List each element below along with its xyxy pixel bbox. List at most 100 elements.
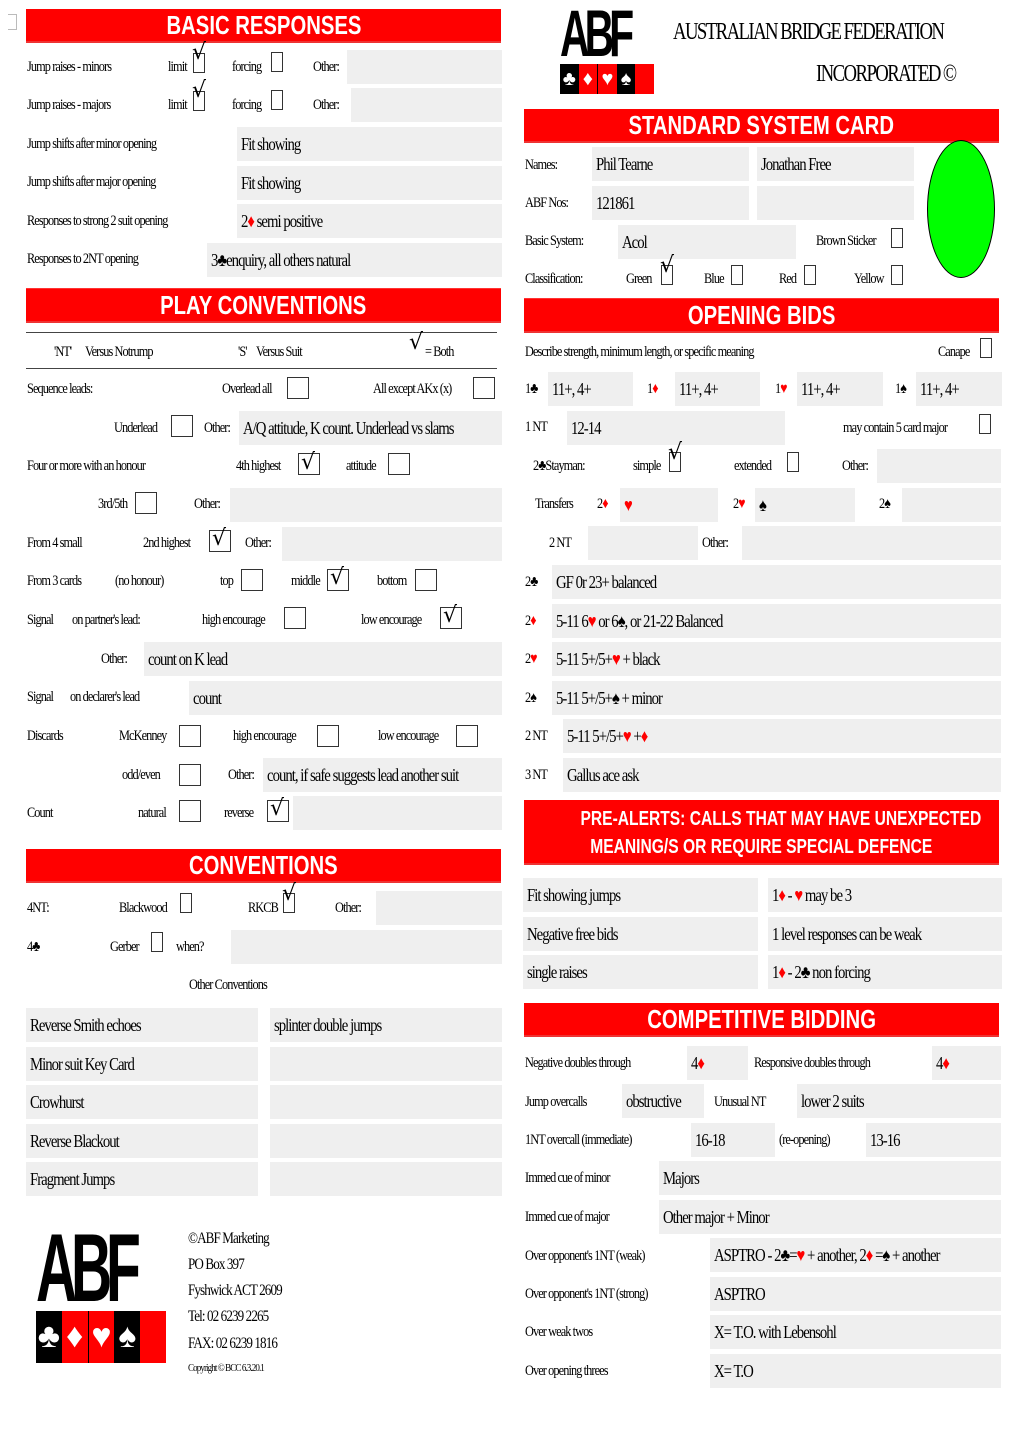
odd-even-checkbox[interactable]: [179, 764, 201, 786]
jump-shifts-minor-field[interactable]: Fit showing: [237, 127, 502, 161]
other-convention-left-field[interactable]: Reverse Blackout: [26, 1123, 258, 1158]
discard-low-encourage-checkbox[interactable]: [456, 725, 478, 747]
attitude-label: attitude: [346, 458, 377, 474]
two-nt-field[interactable]: [588, 526, 698, 560]
canape-checkbox[interactable]: [980, 338, 992, 358]
pre-alert-left-field[interactable]: Fit showing jumps: [523, 878, 758, 912]
name-2-field[interactable]: Jonathan Free: [757, 147, 914, 181]
abf-no-2-field[interactable]: [757, 186, 914, 220]
two-level-bid-field[interactable]: 5-11 5+/5+♠ + minor: [552, 680, 1001, 715]
other-convention-left-field[interactable]: Minor suit Key Card: [26, 1046, 258, 1081]
opening-bid-field[interactable]: 11+, 4+: [797, 372, 883, 406]
discards-other-field[interactable]: count, if safe suggests lead another sui…: [263, 758, 502, 792]
pre-alert-right-field[interactable]: 1♦ - 2♣ non forcing: [768, 955, 1002, 989]
partner-other-field[interactable]: count on K lead: [144, 642, 502, 676]
jump-shifts-major-field[interactable]: Fit showing: [237, 166, 502, 200]
middle-checkbox[interactable]: √: [327, 567, 349, 591]
other-convention-left-field[interactable]: Fragment Jumps: [26, 1162, 258, 1196]
weak-nt-field[interactable]: ASPTRO - 2♣=♥ + another, 2♦ =♠ + another: [710, 1238, 1001, 1272]
partner-high-encourage-checkbox[interactable]: [284, 607, 306, 629]
other-convention-right-field[interactable]: [270, 1085, 502, 1119]
pre-alert-right-field[interactable]: 1♦ - ♥ may be 3: [768, 878, 1002, 912]
jump-raises-majors-forcing-checkbox[interactable]: [271, 90, 283, 110]
pre-alert-left-field[interactable]: Negative free bids: [523, 916, 758, 951]
threes-field[interactable]: X= T.O: [710, 1354, 1001, 1388]
partner-low-encourage-checkbox[interactable]: √: [440, 605, 462, 629]
jump-raises-minors-other-field[interactable]: [347, 50, 502, 84]
gerber-checkbox[interactable]: [151, 932, 163, 952]
jump-raises-majors-other-field[interactable]: [351, 88, 502, 122]
other-convention-right-field[interactable]: [270, 1046, 502, 1081]
two-nt-other-field[interactable]: [742, 526, 1001, 560]
cue-minor-field[interactable]: Majors: [659, 1161, 1001, 1195]
underlead-checkbox[interactable]: [171, 415, 193, 437]
cue-major-field[interactable]: Other major + Minor: [659, 1200, 1001, 1234]
fourth-highest-checkbox[interactable]: √: [298, 452, 320, 475]
other-convention-right-field[interactable]: [270, 1162, 502, 1196]
brown-sticker-checkbox[interactable]: [891, 228, 903, 248]
classification-blue-checkbox[interactable]: [731, 265, 743, 285]
from-four-small-other-field[interactable]: [282, 527, 502, 561]
opening-bid-field[interactable]: 11+, 4+: [916, 372, 1002, 406]
pre-alert-left-field[interactable]: single raises: [523, 955, 758, 989]
unusual-nt-field[interactable]: lower 2 suits: [797, 1084, 1001, 1118]
natural-checkbox[interactable]: [179, 800, 201, 822]
responsive-doubles-field[interactable]: 4♦: [932, 1046, 1001, 1080]
stayman-simple-checkbox[interactable]: √: [668, 442, 682, 472]
negative-doubles-field[interactable]: 4♦: [687, 1046, 748, 1080]
opening-bid-field[interactable]: 11+, 4+: [675, 372, 760, 406]
bottom-checkbox[interactable]: [415, 569, 437, 591]
count-other-field[interactable]: [293, 796, 502, 830]
opening-bid-field[interactable]: 11+, 4+: [548, 372, 633, 406]
classification-red-checkbox[interactable]: [804, 265, 816, 285]
jump-raises-majors-limit-checkbox[interactable]: √: [192, 80, 206, 111]
basic-system-field[interactable]: Acol: [618, 225, 796, 259]
second-highest-checkbox[interactable]: √: [209, 528, 231, 552]
sequence-other-field[interactable]: A/Q attitude, K count. Underlead vs slam…: [239, 411, 502, 445]
gerber-when-field[interactable]: [231, 930, 502, 964]
mckenney-checkbox[interactable]: [179, 725, 201, 747]
stayman-other-field[interactable]: [877, 449, 1001, 483]
two-nt-row-field[interactable]: 5-11 5+/5+♥ +♦: [563, 719, 1001, 753]
discard-high-encourage-checkbox[interactable]: [317, 725, 339, 747]
four-nt-other-field[interactable]: [376, 891, 502, 925]
nt-overcall-field[interactable]: 16-18: [691, 1123, 775, 1157]
weak-twos-field[interactable]: X= T.O. with Lebensohl: [710, 1315, 1001, 1349]
other-convention-right-field[interactable]: [270, 1123, 502, 1158]
jump-overcalls-field[interactable]: obstructive: [622, 1084, 704, 1118]
attitude-checkbox[interactable]: [388, 453, 410, 475]
other-convention-right-field[interactable]: splinter double jumps: [270, 1008, 502, 1042]
strong-two-field[interactable]: 2♦ semi positive: [237, 204, 502, 238]
two-nt-responses-field[interactable]: 3♣enquiry, all others natural: [207, 243, 502, 277]
pre-alert-right-field[interactable]: 1 level responses can be weak: [768, 916, 1002, 951]
transfer-field[interactable]: ♠: [755, 488, 855, 522]
four-other-field[interactable]: [230, 488, 502, 522]
classification-yellow-checkbox[interactable]: [891, 265, 903, 285]
third-fifth-checkbox[interactable]: [135, 492, 157, 514]
three-nt-field[interactable]: Gallus ace ask: [563, 758, 1001, 792]
jump-raises-minors-forcing-checkbox[interactable]: [271, 52, 283, 72]
classification-green-checkbox[interactable]: √: [660, 255, 674, 285]
two-level-bid-field[interactable]: GF 0r 23+ balanced: [552, 565, 1001, 599]
top-checkbox[interactable]: [241, 569, 263, 591]
jump-raises-minors-limit-checkbox[interactable]: √: [192, 42, 206, 73]
blackwood-checkbox[interactable]: [180, 893, 192, 913]
reopening-field[interactable]: 13-16: [866, 1123, 1001, 1157]
transfer-field[interactable]: [902, 488, 1001, 522]
other-convention-left-field[interactable]: Crowhurst: [26, 1085, 258, 1119]
overlead-all-checkbox[interactable]: [287, 377, 309, 399]
stayman-extended-checkbox[interactable]: [787, 452, 799, 472]
two-level-bid-field[interactable]: 5-11 5+/5+♥ + black: [552, 642, 1001, 676]
reverse-checkbox[interactable]: √: [267, 798, 289, 822]
name-1-field[interactable]: Phil Tearne: [592, 147, 749, 181]
rkcb-checkbox[interactable]: √: [282, 883, 296, 913]
other-convention-left-field[interactable]: Reverse Smith echoes: [26, 1008, 258, 1042]
transfer-field[interactable]: ♥: [620, 488, 718, 522]
five-card-major-checkbox[interactable]: [979, 414, 991, 434]
two-level-bid-field[interactable]: 5-11 6♥ or 6♠, or 21-22 Balanced: [552, 603, 1001, 638]
diamond-icon: ♦: [778, 962, 786, 982]
abf-no-1-field[interactable]: 121861: [592, 186, 749, 220]
declarer-lead-field[interactable]: count: [189, 681, 502, 715]
all-except-checkbox[interactable]: [473, 377, 495, 399]
strong-nt-field[interactable]: ASPTRO: [710, 1277, 1001, 1311]
